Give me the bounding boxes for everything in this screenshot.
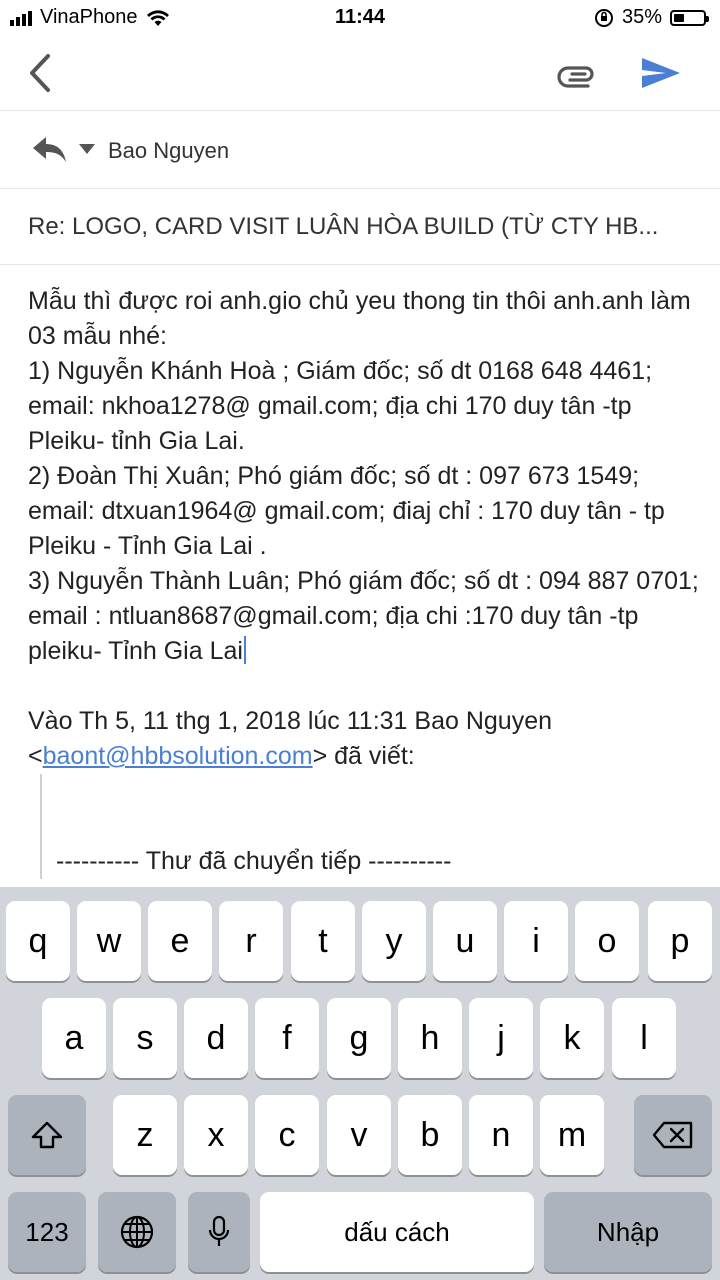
key-p[interactable]: p: [648, 901, 712, 981]
send-icon[interactable]: [638, 52, 684, 94]
from-row[interactable]: Bao Nguyen: [0, 111, 720, 189]
key-b[interactable]: b: [398, 1095, 462, 1175]
keyboard: q w e r t y u i o p a s d f g h j k l z …: [0, 887, 720, 1280]
key-m[interactable]: m: [540, 1095, 604, 1175]
key-k[interactable]: k: [540, 998, 604, 1078]
battery-icon: [670, 9, 709, 26]
key-i[interactable]: i: [504, 901, 568, 981]
message-body[interactable]: Mẫu thì được roi anh.gio chủ yeu thong t…: [28, 284, 700, 887]
quote-email-link[interactable]: baont@hbbsolution.com: [43, 742, 313, 770]
shift-icon: [31, 1121, 63, 1149]
key-g[interactable]: g: [327, 998, 391, 1078]
space-key[interactable]: dấu cách: [260, 1192, 534, 1272]
globe-icon: [120, 1215, 154, 1249]
shift-key[interactable]: [8, 1095, 86, 1175]
return-key[interactable]: Nhập: [544, 1192, 712, 1272]
quoted-block: ---------- Thư đã chuyển tiếp ----------: [40, 774, 700, 879]
reply-icon[interactable]: [30, 133, 70, 165]
key-w[interactable]: w: [77, 901, 141, 981]
subject-text: Re: LOGO, CARD VISIT LUÂN HÒA BUILD (TỪ …: [28, 213, 659, 240]
microphone-icon: [208, 1215, 230, 1246]
key-s[interactable]: s: [113, 998, 177, 1078]
body-line: 1) Nguyễn Khánh Hoà ; Giám đốc; số dt 01…: [28, 357, 653, 455]
key-c[interactable]: c: [255, 1095, 319, 1175]
key-x[interactable]: x: [184, 1095, 248, 1175]
globe-key[interactable]: [98, 1192, 176, 1272]
body-line-last: 3) Nguyễn Thành Luân; Phó giám đốc; số d…: [28, 564, 700, 669]
compose-toolbar: [0, 36, 720, 111]
text-cursor: [243, 636, 246, 664]
key-j[interactable]: j: [469, 998, 533, 1078]
key-v[interactable]: v: [327, 1095, 391, 1175]
quote-after: > đã viết:: [312, 742, 415, 770]
key-t[interactable]: t: [291, 901, 355, 981]
status-bar: VinaPhone 11:44 35%: [0, 0, 720, 36]
key-n[interactable]: n: [469, 1095, 533, 1175]
battery-percent: 35%: [621, 6, 662, 28]
caret-down-icon[interactable]: [78, 143, 96, 155]
key-q[interactable]: q: [6, 901, 70, 981]
backspace-icon: [652, 1121, 693, 1149]
key-d[interactable]: d: [184, 998, 248, 1078]
key-r[interactable]: r: [219, 901, 283, 981]
delete-key[interactable]: [634, 1095, 712, 1175]
dictation-key[interactable]: [188, 1192, 250, 1272]
key-a[interactable]: a: [42, 998, 106, 1078]
numbers-key[interactable]: 123: [8, 1192, 86, 1272]
sender-name: Bao Nguyen: [108, 138, 230, 163]
key-h[interactable]: h: [398, 998, 462, 1078]
body-line-text: 3) Nguyễn Thành Luân; Phó giám đốc; số d…: [28, 567, 699, 665]
key-l[interactable]: l: [612, 998, 676, 1078]
key-o[interactable]: o: [575, 901, 639, 981]
subject-field[interactable]: Re: LOGO, CARD VISIT LUÂN HÒA BUILD (TỪ …: [0, 189, 720, 265]
body-line: Mẫu thì được roi anh.gio chủ yeu thong t…: [28, 287, 691, 350]
key-z[interactable]: z: [113, 1095, 177, 1175]
paperclip-icon[interactable]: [556, 56, 598, 92]
status-right: 35%: [594, 6, 709, 29]
chevron-left-icon[interactable]: [22, 50, 62, 96]
quote-header: Vào Th 5, 11 thg 1, 2018 lúc 11:31 Bao N…: [28, 704, 700, 774]
orientation-lock-icon: [594, 8, 613, 27]
key-u[interactable]: u: [433, 901, 497, 981]
key-y[interactable]: y: [362, 901, 426, 981]
key-f[interactable]: f: [255, 998, 319, 1078]
body-line: 2) Đoàn Thị Xuân; Phó giám đốc; số dt : …: [28, 462, 665, 560]
key-e[interactable]: e: [148, 901, 212, 981]
forwarded-divider: ---------- Thư đã chuyển tiếp ----------: [56, 847, 452, 875]
